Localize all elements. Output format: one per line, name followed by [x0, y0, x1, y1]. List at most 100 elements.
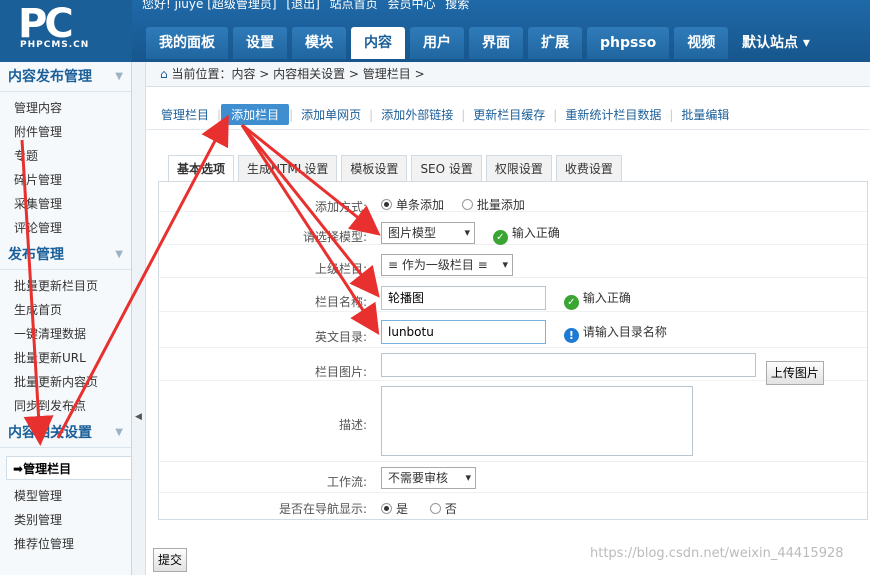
- workflow-select[interactable]: 不需要审核: [381, 467, 476, 489]
- radio-label: 是: [396, 502, 409, 516]
- user-greeting: 您好! jiuye [超级管理员]: [142, 0, 277, 11]
- sidebar-item-topics[interactable]: 专题: [0, 144, 131, 168]
- member-center-link[interactable]: 会员中心: [387, 0, 435, 11]
- radio-batch[interactable]: 批量添加: [461, 198, 525, 212]
- nav-tab-users[interactable]: 用户: [410, 27, 464, 59]
- radio-label: 单条添加: [396, 198, 445, 212]
- sidebar-item-sync[interactable]: 同步到发布点: [0, 394, 131, 418]
- name-valid-msg: ✓ 输入正确: [563, 291, 631, 310]
- collapse-icon[interactable]: ▼: [115, 62, 123, 92]
- sidebar: 内容发布管理 ▼ 管理内容 附件管理 专题 碎片管理 采集管理 评论管理 发布管理…: [0, 62, 132, 575]
- parent-select[interactable]: ≡ 作为一级栏目 ≡: [381, 254, 513, 276]
- description-textarea[interactable]: [381, 386, 693, 456]
- sidebar-item-manage-category[interactable]: ➡管理栏目: [6, 456, 131, 480]
- sidebar-section-publish[interactable]: 发布管理 ▼: [0, 240, 131, 270]
- site-selector[interactable]: 默认站点 ▾: [742, 32, 810, 52]
- site-home-link[interactable]: 站点首页: [330, 0, 378, 11]
- tab-charge[interactable]: 收费设置: [555, 155, 622, 181]
- sidebar-section-content-settings[interactable]: 内容相关设置 ▼: [0, 418, 131, 448]
- subnav-batch-edit[interactable]: 批量编辑: [673, 106, 737, 123]
- model-select[interactable]: 图片模型: [381, 222, 475, 244]
- sidebar-item-update-content[interactable]: 批量更新内容页: [0, 370, 131, 394]
- logo[interactable]: PC PHPCMS.CN: [0, 0, 132, 62]
- tab-basic[interactable]: 基本选项: [168, 155, 235, 182]
- sidebar-item-attachments[interactable]: 附件管理: [0, 120, 131, 144]
- sidebar-item-fragments[interactable]: 碎片管理: [0, 168, 131, 192]
- sidebar-section-content-publish[interactable]: 内容发布管理 ▼: [0, 62, 131, 92]
- sidebar-item-gen-home[interactable]: 生成首页: [0, 298, 131, 322]
- form-tabs: 基本选项 生成HTML设置 模板设置 SEO 设置 权限设置 收费设置: [168, 155, 622, 182]
- user-bar: 您好! jiuye [超级管理员] [退出] 站点首页 会员中心 搜索: [142, 0, 475, 12]
- info-circle-icon: !: [563, 328, 579, 343]
- search-link[interactable]: 搜索: [445, 0, 469, 11]
- radio-label: 批量添加: [476, 198, 525, 212]
- tab-permission[interactable]: 权限设置: [485, 155, 552, 181]
- sidebar-item-update-category[interactable]: 批量更新栏目页: [0, 274, 131, 298]
- collapse-left-icon[interactable]: ◀: [135, 412, 142, 422]
- label-model: 请选择模型:: [302, 230, 367, 244]
- sub-nav: 管理栏目 | 添加栏目 | 添加单网页 | 添加外部链接 | 更新栏目缓存 | 重新统计栏…: [146, 100, 870, 130]
- label-dir: 英文目录:: [314, 330, 367, 344]
- tab-template[interactable]: 模板设置: [341, 155, 408, 181]
- subnav-add-link[interactable]: 添加外部链接: [373, 106, 461, 123]
- sidebar-item-comments[interactable]: 评论管理: [0, 216, 131, 240]
- collapse-icon[interactable]: ▼: [115, 240, 123, 270]
- home-icon[interactable]: ⌂: [160, 67, 171, 81]
- breadcrumb-text: 当前位置：内容 > 内容相关设置 > 管理栏目 >: [171, 67, 425, 81]
- logo-subtext: PHPCMS.CN: [20, 40, 90, 50]
- form-panel: 添加方式: 单条添加 批量添加 请选择模型: 图片模型 ✓输入正确 上级栏目: …: [158, 181, 868, 520]
- sidebar-item-types[interactable]: 类别管理: [0, 508, 131, 532]
- subnav-add-category[interactable]: 添加栏目: [221, 104, 290, 125]
- row-workflow: 工作流: 不需要审核: [159, 463, 867, 493]
- sidebar-toggle[interactable]: ◀: [132, 62, 146, 575]
- row-navshow: 是否在导航显示: 是 否: [159, 494, 867, 520]
- nav-tab-modules[interactable]: 模块: [292, 27, 346, 59]
- nav-tab-extend[interactable]: 扩展: [528, 27, 582, 59]
- radio-single[interactable]: 单条添加: [381, 198, 444, 212]
- sidebar-item-clean-data[interactable]: 一键清理数据: [0, 322, 131, 346]
- row-name: 栏目名称: 轮播图 ✓ 输入正确: [159, 279, 867, 312]
- arrow-right-icon: ➡: [13, 462, 24, 476]
- submit-button[interactable]: 提交: [153, 548, 188, 572]
- sidebar-item-update-url[interactable]: 批量更新URL: [0, 346, 131, 370]
- nav-tab-interface[interactable]: 界面: [469, 27, 523, 59]
- label-name: 栏目名称:: [314, 295, 367, 309]
- collapse-icon[interactable]: ▼: [115, 418, 123, 448]
- label-parent: 上级栏目:: [314, 262, 367, 276]
- radio-nav-no[interactable]: 否: [429, 502, 457, 516]
- tab-html[interactable]: 生成HTML设置: [238, 155, 338, 181]
- radio-label: 否: [444, 502, 457, 516]
- row-desc: 描述:: [159, 382, 867, 462]
- model-valid-msg: ✓ 输入正确: [492, 226, 560, 245]
- subnav-manage-category[interactable]: 管理栏目: [153, 106, 217, 123]
- subnav-recount[interactable]: 重新统计栏目数据: [557, 106, 669, 123]
- sidebar-item-models[interactable]: 模型管理: [0, 484, 131, 508]
- nav-tab-phpsso[interactable]: phpsso: [587, 27, 670, 59]
- section-title: 内容相关设置: [8, 425, 92, 441]
- tab-seo[interactable]: SEO 设置: [411, 155, 482, 181]
- check-circle-icon: ✓: [563, 295, 579, 310]
- sidebar-item-positions[interactable]: 推荐位管理: [0, 532, 131, 556]
- category-image-input[interactable]: [381, 353, 756, 377]
- top-header: PC PHPCMS.CN 您好! jiuye [超级管理员] [退出] 站点首页…: [0, 0, 870, 62]
- nav-tab-settings[interactable]: 设置: [233, 27, 287, 59]
- row-add-method: 添加方式: 单条添加 批量添加: [159, 182, 867, 214]
- nav-tab-panel[interactable]: 我的面板: [146, 27, 228, 59]
- row-model: 请选择模型: 图片模型 ✓输入正确: [159, 213, 867, 245]
- sidebar-item-manage-content[interactable]: 管理内容: [0, 96, 131, 120]
- logout-link[interactable]: [退出]: [286, 0, 319, 11]
- sidebar-item-collect[interactable]: 采集管理: [0, 192, 131, 216]
- row-dir: 英文目录: lunbotu ! 请输入目录名称: [159, 313, 867, 348]
- radio-nav-yes[interactable]: 是: [381, 502, 408, 516]
- watermark: https://blog.csdn.net/weixin_44415928: [590, 546, 844, 561]
- category-name-input[interactable]: 轮播图: [381, 286, 546, 310]
- msg-text: 输入正确: [582, 291, 631, 305]
- nav-tab-content[interactable]: 内容: [351, 27, 405, 59]
- subnav-update-cache[interactable]: 更新栏目缓存: [465, 106, 553, 123]
- nav-tab-video[interactable]: 视频: [674, 27, 729, 59]
- check-circle-icon: ✓: [492, 230, 508, 245]
- section-title: 内容发布管理: [8, 69, 92, 85]
- label-desc: 描述:: [338, 418, 367, 432]
- subnav-add-page[interactable]: 添加单网页: [293, 106, 369, 123]
- english-dir-input[interactable]: lunbotu: [381, 320, 546, 344]
